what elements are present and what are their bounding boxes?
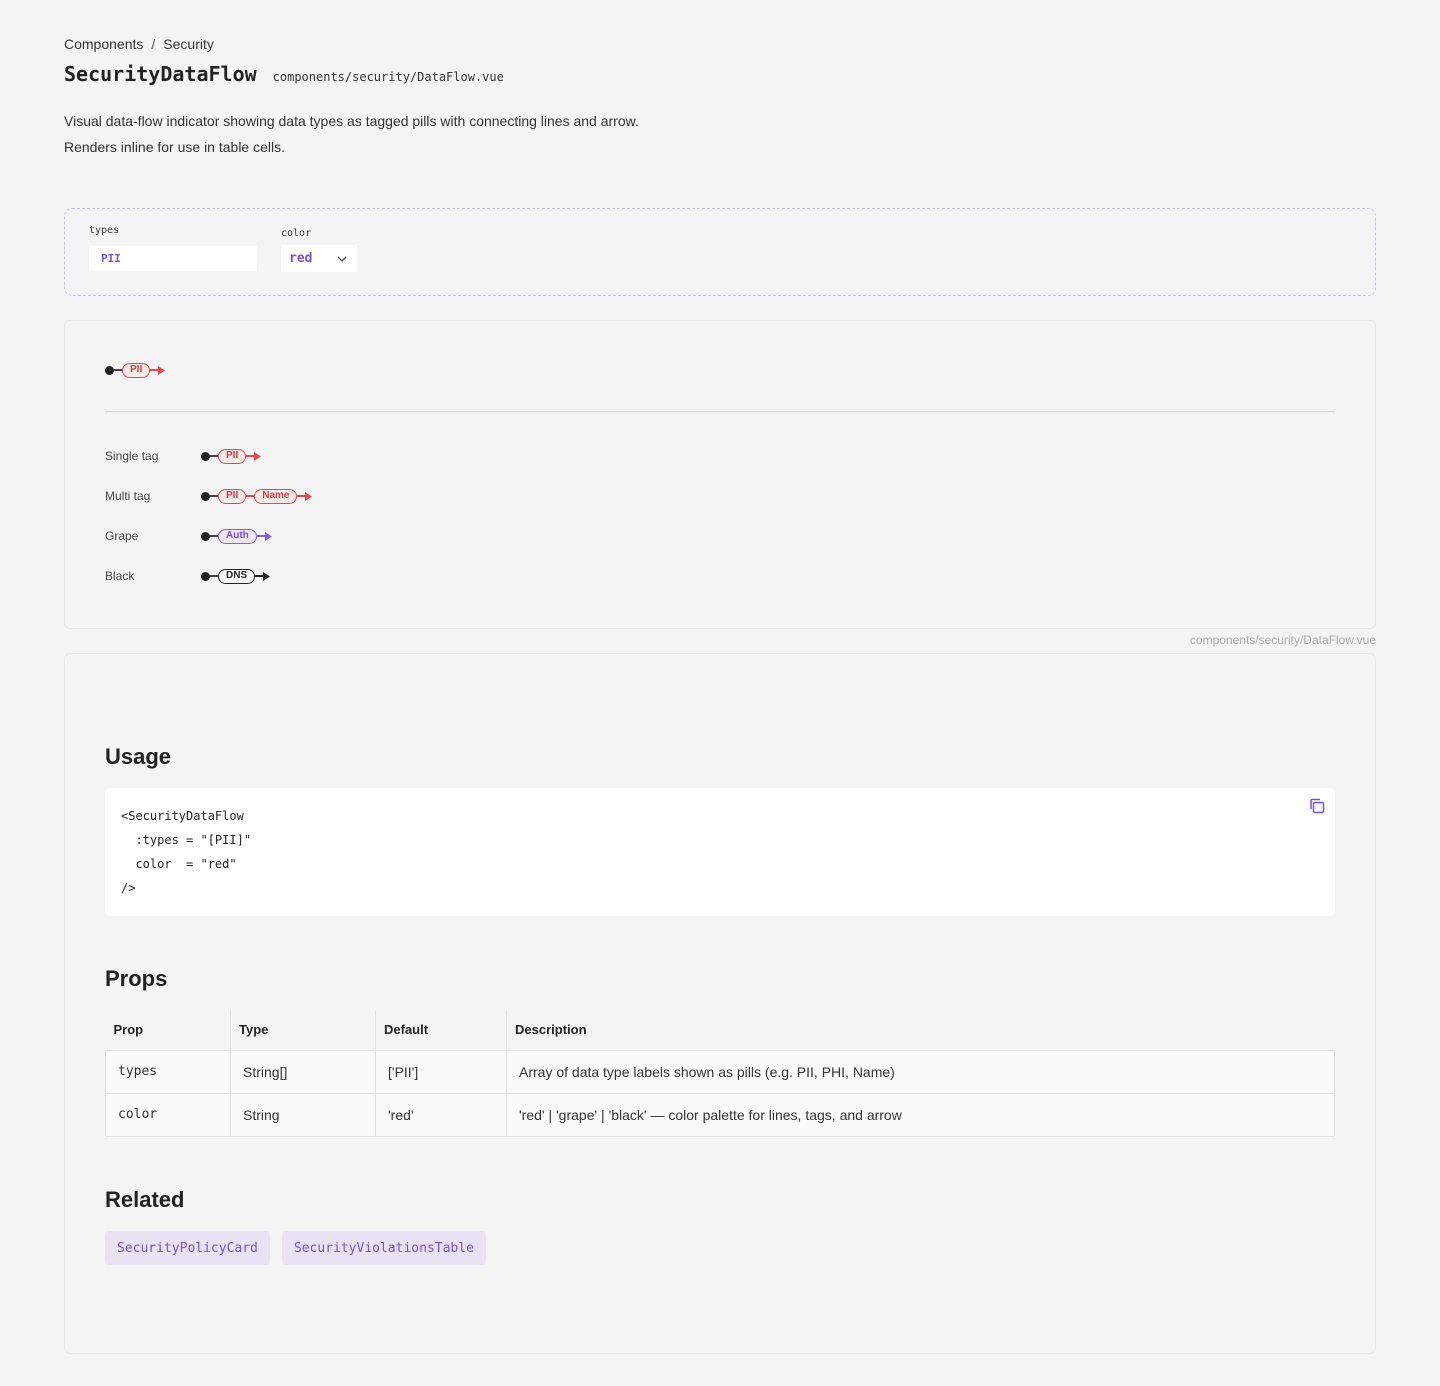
related-link[interactable]: SecurityViolationsTable	[281, 1231, 486, 1265]
source-dot	[201, 571, 210, 581]
prop-name: color	[105, 1092, 231, 1137]
data-flow: PII Name	[201, 488, 313, 504]
color-label: color	[281, 228, 312, 239]
data-type-pill: PII	[218, 448, 247, 464]
arrow-icon	[263, 571, 271, 581]
preview-divider	[105, 411, 1335, 412]
prop-type: String	[230, 1092, 376, 1137]
props-heading: Props	[105, 966, 168, 991]
connector-line	[150, 369, 159, 371]
file-path: components/security/DataFlow.vue	[272, 70, 504, 84]
code-line: />	[121, 881, 136, 895]
types-label: types	[89, 225, 120, 236]
connector-line	[210, 455, 218, 457]
usage-code-block: <SecurityDataFlow :types = "[PII]" color…	[105, 788, 1335, 916]
color-select-value: red	[289, 251, 313, 266]
arrow-icon	[254, 451, 262, 461]
props-table: Prop Type Default Description types Stri…	[105, 1010, 1335, 1137]
source-dot	[201, 491, 210, 501]
data-flow: DNS	[201, 568, 271, 584]
prop-type: String[]	[230, 1049, 376, 1093]
usage-heading: Usage	[105, 744, 172, 769]
variant-label: Grape	[105, 529, 139, 543]
page-title: SecurityDataFlow	[64, 62, 257, 86]
copy-icon[interactable]	[1307, 796, 1327, 816]
source-dot	[201, 451, 210, 461]
arrow-icon	[158, 365, 166, 375]
breadcrumb-separator: /	[151, 36, 156, 52]
table-row: types String[] ['PII'] Array of data typ…	[105, 1049, 1335, 1093]
prop-default: 'red'	[375, 1092, 507, 1137]
connector-line	[256, 535, 265, 537]
variant-label: Single tag	[105, 449, 159, 463]
docs-panel: Usage <SecurityDataFlow :types = "[PII]"…	[64, 653, 1376, 1354]
breadcrumb: Components / Security	[64, 36, 214, 52]
connector-line	[297, 495, 306, 497]
column-header: Type	[230, 1010, 376, 1050]
data-type-pill: PII	[218, 488, 247, 504]
code-line: :types = "[PII]"	[121, 833, 252, 847]
page-description: Visual data-flow indicator showing data …	[64, 113, 639, 155]
connector-line	[210, 535, 218, 537]
component-path-caption: components/security/DataFlow.vue	[1189, 633, 1376, 647]
arrow-icon	[305, 491, 313, 501]
preview-panel: PII Single tag PII Multi tag PII Name Grape Aut…	[64, 320, 1376, 629]
variant-label: Black	[105, 569, 135, 583]
column-header: Default	[375, 1010, 507, 1050]
controls-panel: types PII color red	[64, 208, 1376, 296]
related-link[interactable]: SecurityPolicyCard	[105, 1231, 270, 1265]
chevron-down-icon	[337, 256, 347, 262]
connector-line	[246, 495, 255, 497]
arrow-icon	[264, 531, 272, 541]
data-type-pill: Auth	[218, 528, 257, 544]
related-heading: Related	[105, 1187, 185, 1212]
breadcrumb-current: Security	[163, 36, 214, 52]
connector-line	[255, 575, 264, 577]
breadcrumb-parent[interactable]: Components	[64, 36, 143, 52]
code-line: <SecurityDataFlow	[121, 809, 244, 823]
props-header-row: Prop Type Default Description	[105, 1010, 1335, 1050]
connector-line	[246, 455, 255, 457]
prop-description: Array of data type labels shown as pills…	[506, 1049, 1335, 1093]
variant-label: Multi tag	[105, 489, 151, 503]
table-row: color String 'red' 'red' | 'grape' | 'bl…	[105, 1092, 1335, 1137]
connector-line	[210, 575, 218, 577]
prop-default: ['PII']	[375, 1049, 507, 1093]
code-line: color = "red"	[121, 857, 237, 871]
data-flow: PII	[105, 362, 166, 378]
related-list: SecurityPolicyCard SecurityViolationsTab…	[105, 1231, 486, 1265]
source-dot	[105, 365, 114, 375]
prop-description: 'red' | 'grape' | 'black' — color palett…	[506, 1092, 1335, 1137]
data-flow: PII	[201, 448, 262, 464]
column-header: Description	[506, 1010, 1335, 1050]
prop-name: types	[105, 1049, 231, 1093]
data-type-pill: Name	[254, 488, 298, 504]
connector-line	[114, 369, 122, 371]
column-header: Prop	[105, 1010, 231, 1050]
source-dot	[201, 531, 210, 541]
data-flow: Auth	[201, 528, 272, 544]
title-row: SecurityDataFlow components/security/Dat…	[64, 62, 504, 86]
connector-line	[210, 495, 218, 497]
data-type-pill: DNS	[218, 568, 256, 584]
types-input[interactable]: PII	[89, 246, 257, 271]
color-select[interactable]: red	[281, 245, 357, 272]
data-type-pill: PII	[122, 362, 151, 378]
